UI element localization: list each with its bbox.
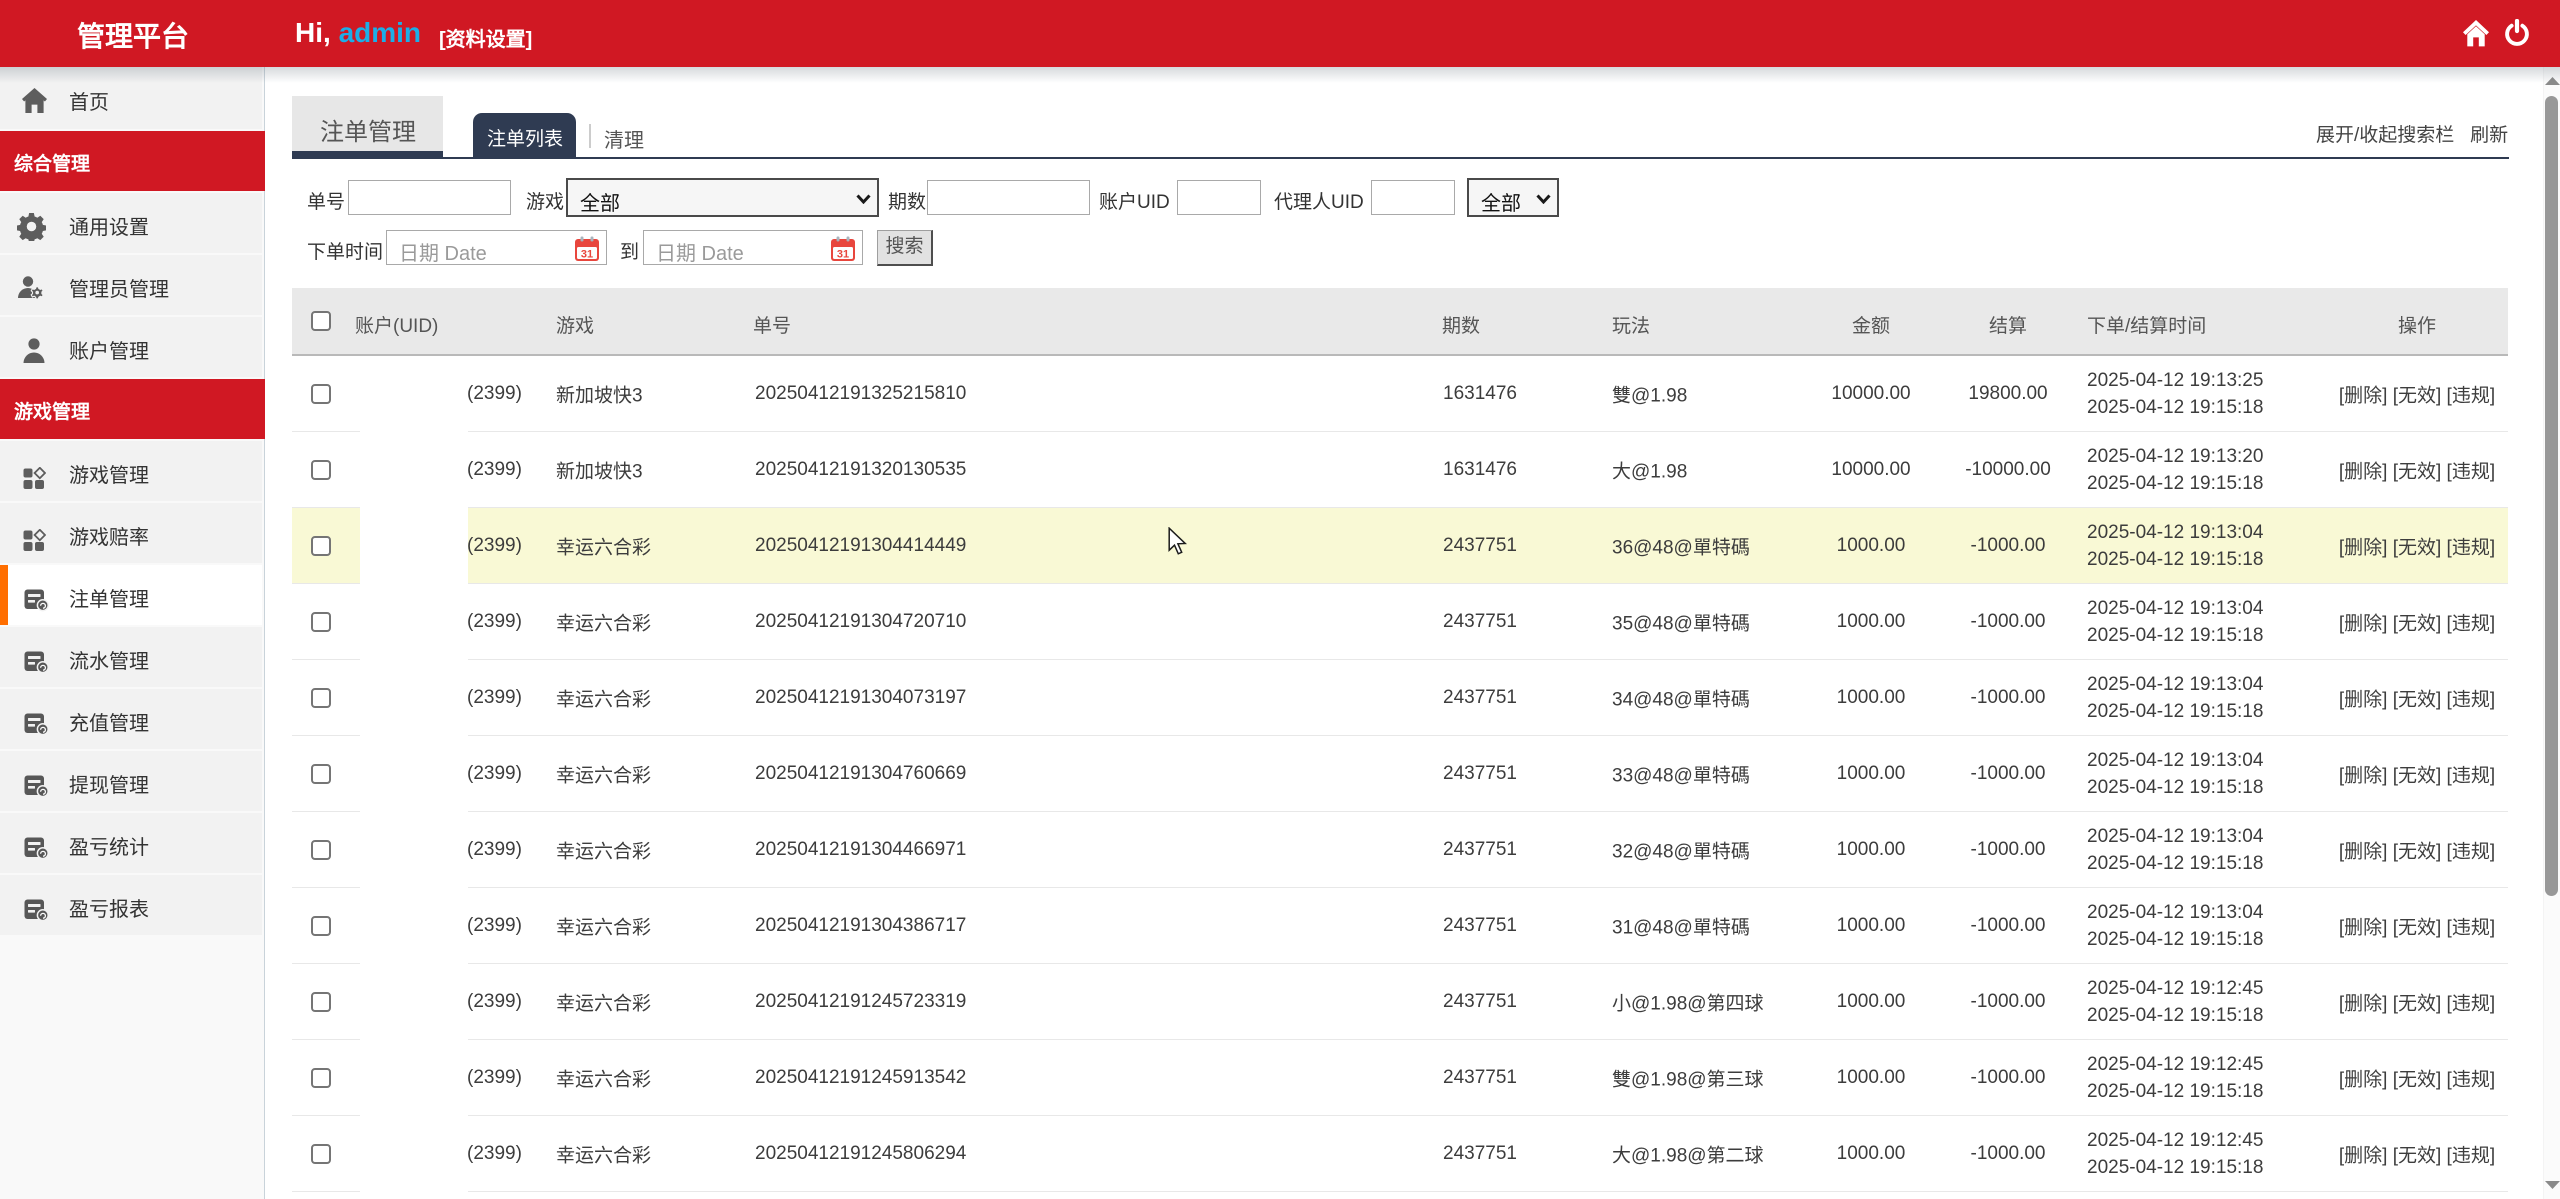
svg-text:31: 31 [581,249,593,261]
svg-text:31: 31 [837,249,849,261]
